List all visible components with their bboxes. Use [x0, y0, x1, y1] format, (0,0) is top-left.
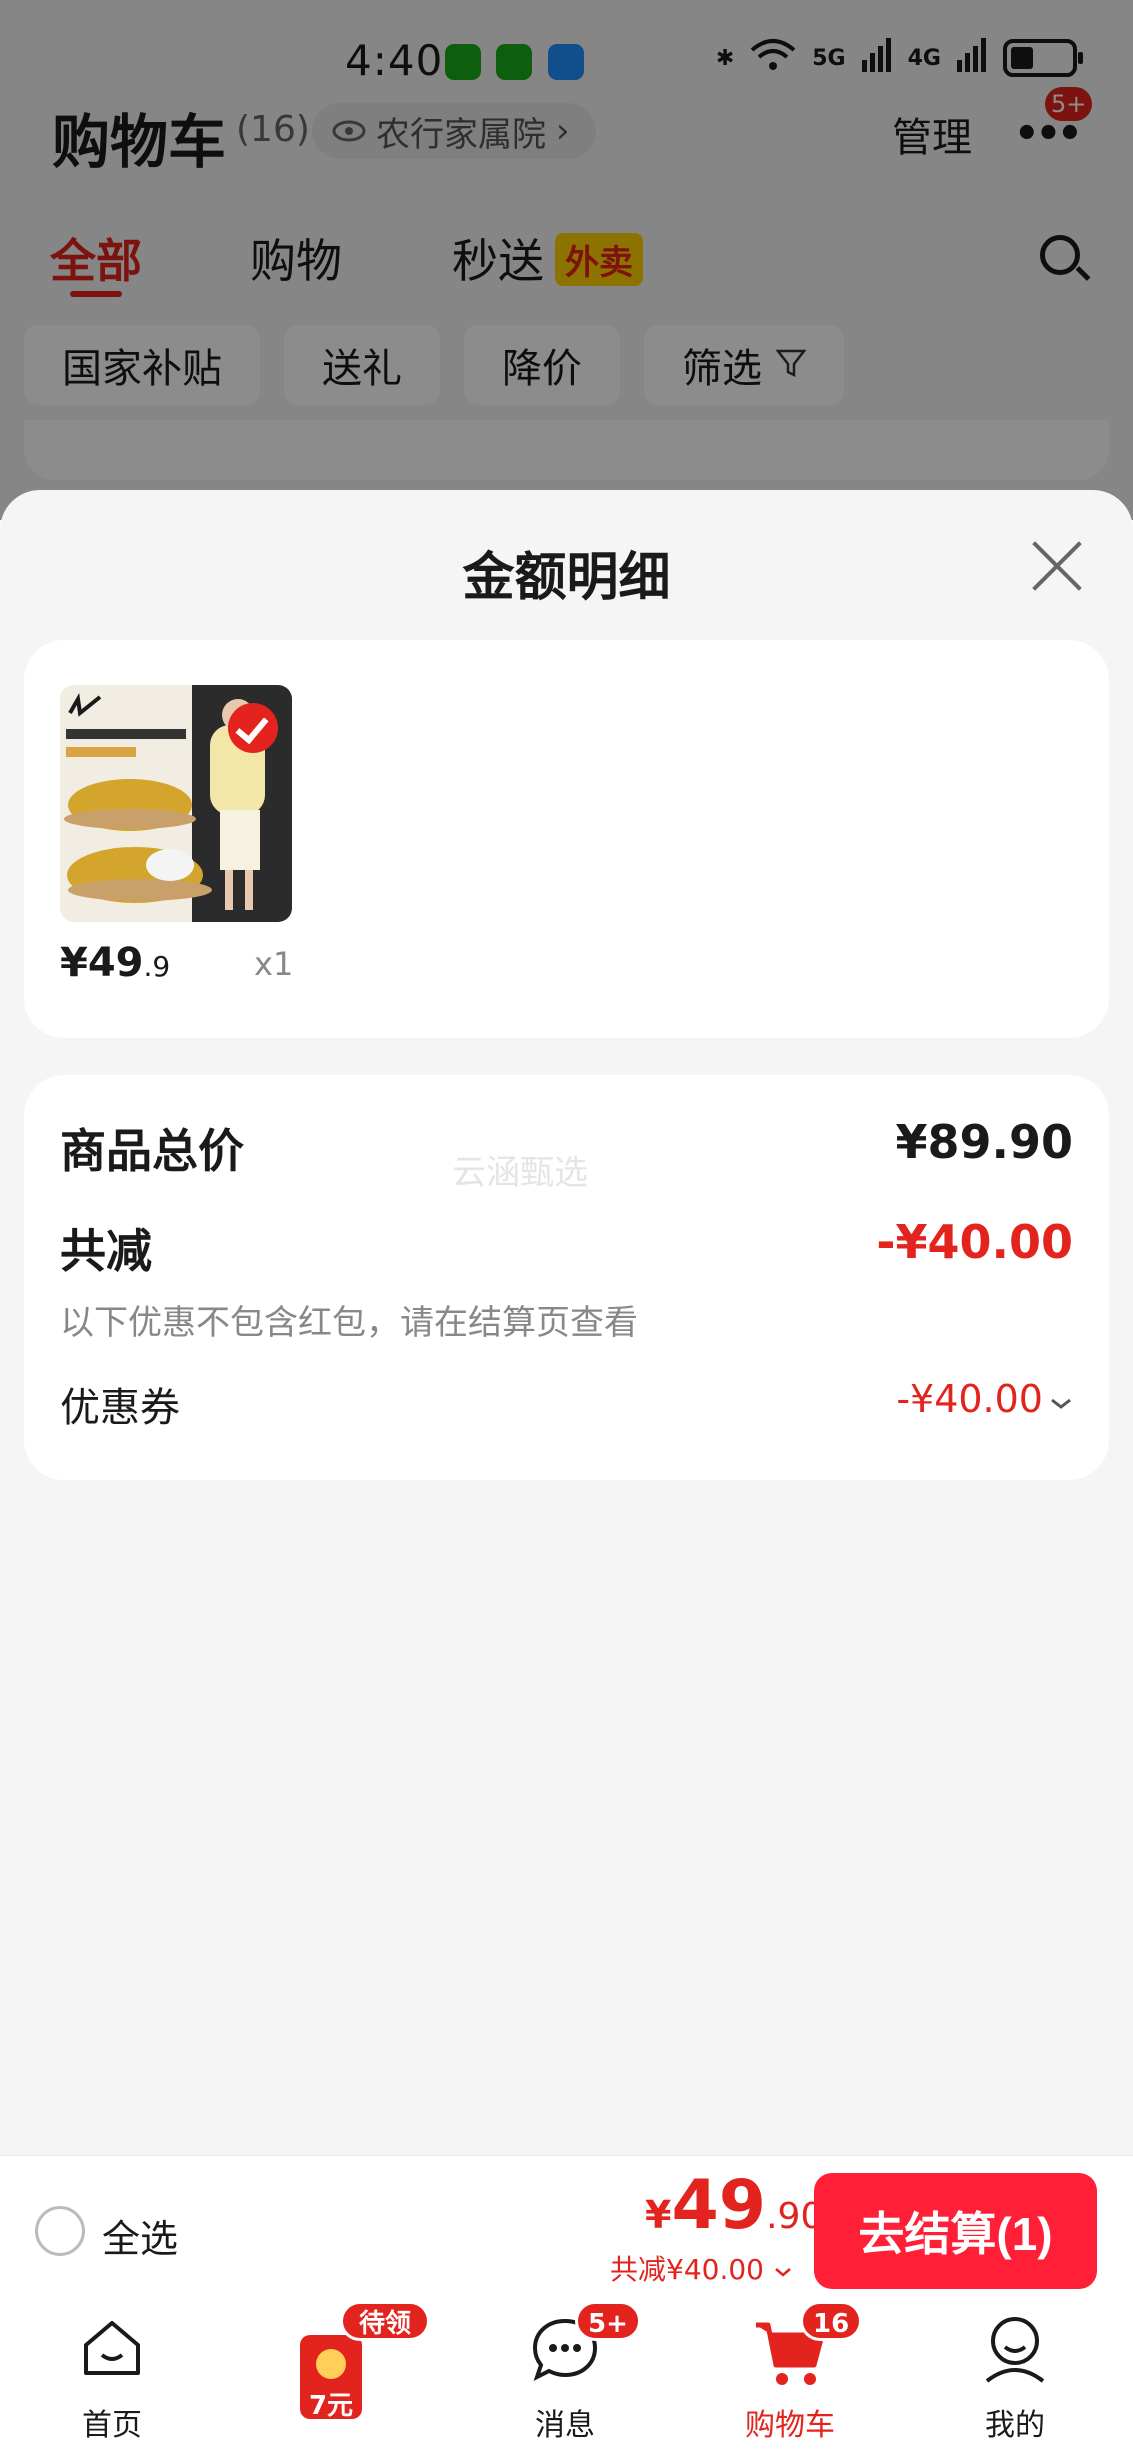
product-card: ¥49.9 x1 — [24, 640, 1109, 1038]
total-value: ¥89.90 — [895, 1115, 1073, 1169]
nav-label-me: 我的 — [985, 2408, 1045, 2443]
nav-label-cart: 购物车 — [745, 2408, 835, 2443]
red-packet-icon: 7元 — [300, 2335, 362, 2421]
messages-badge: 5+ — [575, 2301, 641, 2341]
coupon-label: 优惠券 — [60, 1385, 180, 1431]
total-price: ¥49.90 — [645, 2166, 823, 2245]
nav-item-home[interactable]: 首页 — [22, 2305, 202, 2453]
product-thumbnail[interactable] — [60, 685, 292, 922]
nav-item-cart[interactable]: 16 购物车 — [700, 2301, 880, 2453]
product-price: ¥49.9 — [60, 940, 170, 986]
total-price-currency: ¥ — [645, 2193, 672, 2237]
amount-detail-sheet: 金额明细 ¥49.9 x1 云涵甄选 商品总价 ¥89.90 共减 -¥40.0… — [0, 490, 1133, 2155]
selected-check-icon[interactable] — [228, 703, 278, 753]
select-all-checkbox[interactable] — [35, 2206, 85, 2256]
total-label: 商品总价 — [60, 1124, 244, 1178]
watermark-text: 云涵甄选 — [452, 1153, 588, 1193]
cart-badge: 16 — [800, 2301, 863, 2341]
user-icon — [985, 2317, 1045, 2383]
chevron-down-icon — [1049, 1377, 1073, 1421]
total-discount-toggle[interactable]: 共减¥40.00 — [610, 2248, 793, 2288]
coupon-value: -¥40.00 — [896, 1377, 1043, 1421]
nav-label-messages: 消息 — [535, 2408, 595, 2443]
discount-label: 共减 — [60, 1224, 152, 1278]
promo-badge: 待领取 — [340, 2301, 430, 2379]
nav-item-me[interactable]: 我的 — [925, 2305, 1105, 2453]
select-all-label[interactable]: 全选 — [102, 2208, 178, 2263]
modal-dim-overlay[interactable] — [0, 0, 1133, 520]
close-icon[interactable] — [1030, 540, 1084, 594]
product-price-dec: .9 — [143, 950, 171, 983]
chevron-down-icon — [775, 2268, 791, 2277]
product-quantity: x1 — [254, 945, 294, 983]
coupon-value-toggle[interactable]: -¥40.00 — [896, 1377, 1073, 1421]
nav-label-home: 首页 — [82, 2408, 142, 2443]
sheet-title: 金额明细 — [462, 548, 671, 608]
price-summary-card: 云涵甄选 商品总价 ¥89.90 共减 -¥40.00 以下优惠不包含红包，请在… — [24, 1075, 1109, 1480]
checkout-bar: 全选 ¥49.90 共减¥40.00 去结算(1) — [0, 2155, 1133, 2305]
coin-icon — [316, 2349, 346, 2379]
total-price-int: 49 — [671, 2166, 767, 2245]
total-discount-text: 共减¥40.00 — [610, 2253, 764, 2286]
nav-item-promo[interactable]: 7元 待领取 — [250, 2301, 430, 2453]
promo-amount: 7元 — [308, 2391, 354, 2421]
discount-note: 以下优惠不包含红包，请在结算页查看 — [60, 1303, 638, 1343]
product-price-int: ¥49 — [60, 940, 144, 986]
home-icon — [84, 2321, 140, 2375]
checkout-button[interactable]: 去结算(1) — [814, 2173, 1097, 2289]
nav-item-messages[interactable]: 5+ 消息 — [475, 2301, 655, 2453]
bottom-nav: 首页 7元 待领取 5+ 消息 16 购物车 我的 — [0, 2301, 1133, 2453]
discount-value: -¥40.00 — [876, 1215, 1073, 1269]
